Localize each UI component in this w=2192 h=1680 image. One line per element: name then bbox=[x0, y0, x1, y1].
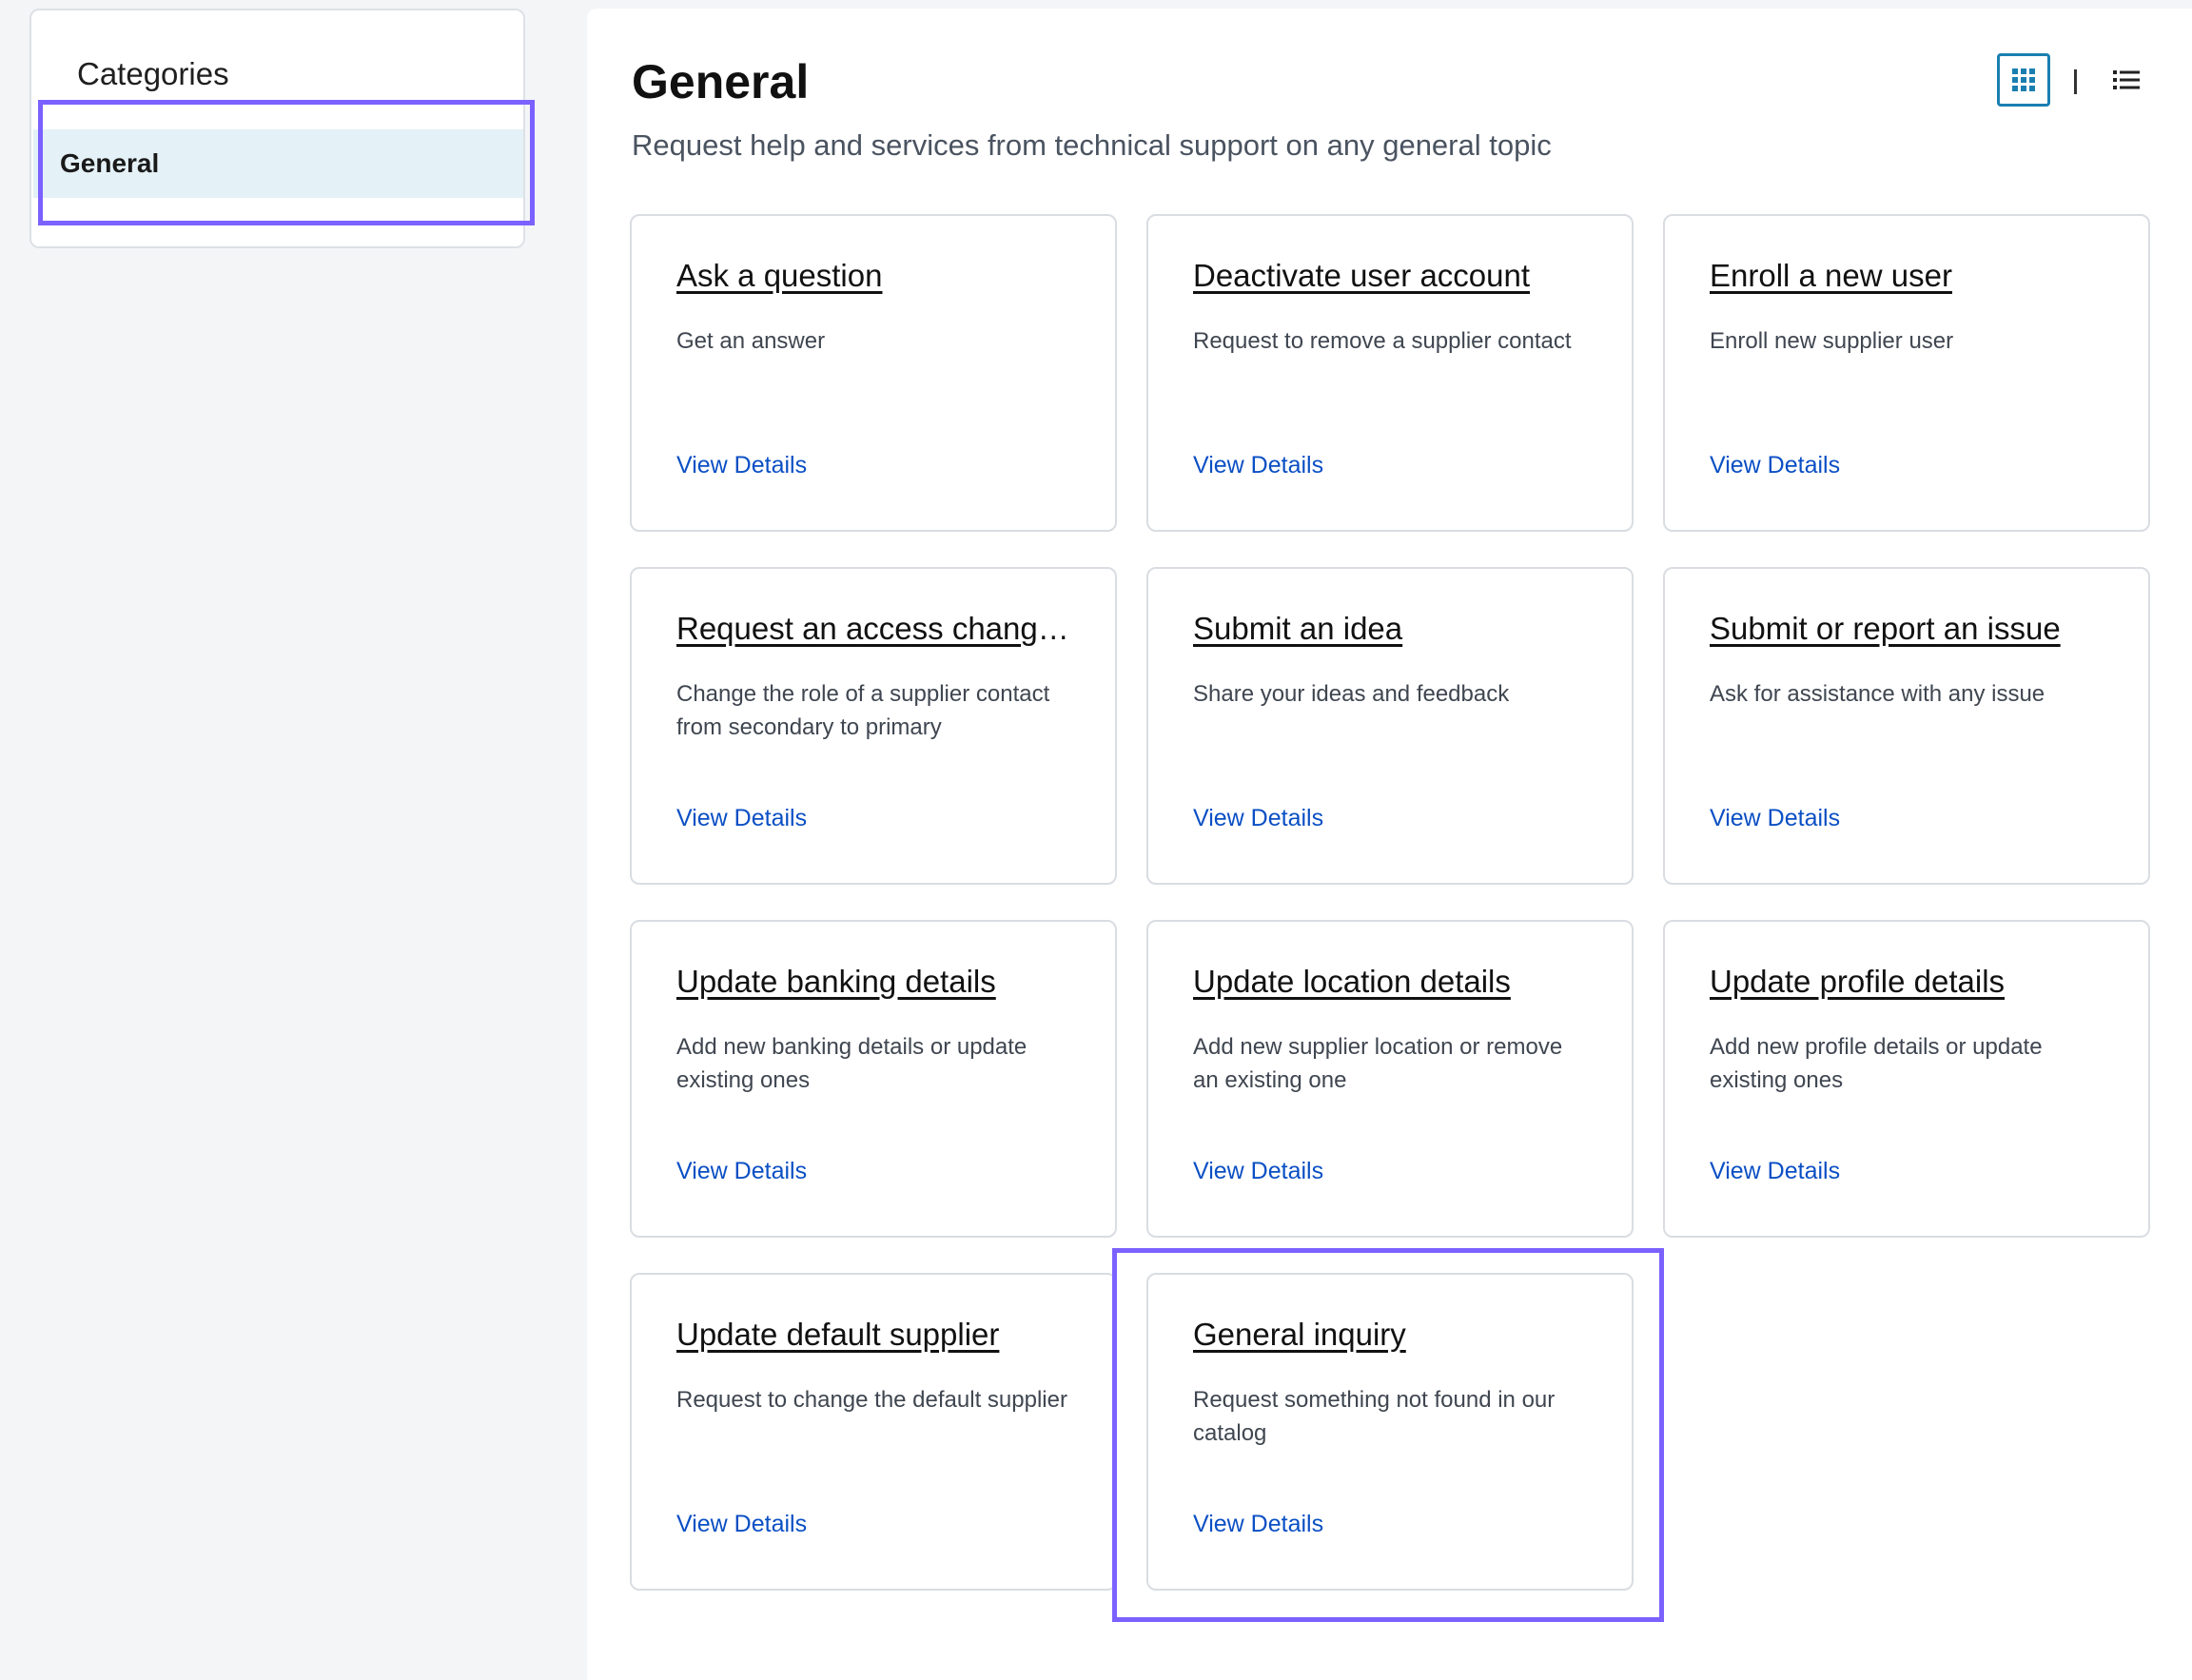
card-title[interactable]: General inquiry bbox=[1193, 1317, 1594, 1353]
view-details-link[interactable]: View Details bbox=[676, 805, 807, 832]
view-details-link[interactable]: View Details bbox=[1193, 1511, 1323, 1538]
card-general-inquiry[interactable]: General inquiry Request something not fo… bbox=[1146, 1273, 1634, 1591]
list-icon bbox=[2113, 70, 2140, 89]
main-content: General Request help and services from t… bbox=[587, 9, 2192, 1680]
view-details-link[interactable]: View Details bbox=[1710, 452, 1840, 479]
card-description: Enroll new supplier user bbox=[1710, 328, 1954, 354]
card-title[interactable]: Enroll a new user bbox=[1710, 258, 2110, 294]
view-details-link[interactable]: View Details bbox=[1193, 805, 1323, 832]
card-enroll-a-new-user[interactable]: Enroll a new user Enroll new supplier us… bbox=[1663, 214, 2150, 532]
view-details-link[interactable]: View Details bbox=[1193, 1158, 1323, 1185]
view-toggle-divider bbox=[2074, 69, 2077, 94]
card-deactivate-user-account[interactable]: Deactivate user account Request to remov… bbox=[1146, 214, 1634, 532]
view-details-link[interactable]: View Details bbox=[1710, 805, 1840, 832]
card-description: Request to change the default supplier bbox=[676, 1387, 1067, 1413]
grid-view-button[interactable] bbox=[1997, 53, 2050, 107]
service-card-grid: Ask a question Get an answer View Detail… bbox=[630, 214, 2152, 1591]
card-title[interactable]: Deactivate user account bbox=[1193, 258, 1594, 294]
card-request-access-change[interactable]: Request an access change r... Change the… bbox=[630, 567, 1117, 885]
view-details-link[interactable]: View Details bbox=[676, 452, 807, 479]
card-submit-an-idea[interactable]: Submit an idea Share your ideas and feed… bbox=[1146, 567, 1634, 885]
card-description: Request to remove a supplier contact bbox=[1193, 328, 1572, 354]
sidebar-item-general[interactable]: General bbox=[33, 129, 523, 198]
card-title[interactable]: Update banking details bbox=[676, 964, 1077, 1000]
card-title[interactable]: Update profile details bbox=[1710, 964, 2110, 1000]
card-title[interactable]: Update default supplier bbox=[676, 1317, 1077, 1353]
card-description: Add new supplier location or remove an e… bbox=[1193, 1034, 1563, 1093]
view-details-link[interactable]: View Details bbox=[676, 1158, 807, 1185]
card-title[interactable]: Update location details bbox=[1193, 964, 1594, 1000]
card-update-profile-details[interactable]: Update profile details Add new profile d… bbox=[1663, 920, 2150, 1238]
card-description: Get an answer bbox=[676, 328, 826, 354]
card-title[interactable]: Submit an idea bbox=[1193, 611, 1594, 647]
categories-panel: Categories General bbox=[29, 9, 525, 248]
page-subtitle: Request help and services from technical… bbox=[632, 128, 1552, 162]
card-update-banking-details[interactable]: Update banking details Add new banking d… bbox=[630, 920, 1117, 1238]
view-details-link[interactable]: View Details bbox=[1710, 1158, 1840, 1185]
card-update-default-supplier[interactable]: Update default supplier Request to chang… bbox=[630, 1273, 1117, 1591]
view-details-link[interactable]: View Details bbox=[1193, 452, 1323, 479]
card-description: Add new profile details or update existi… bbox=[1710, 1034, 2043, 1093]
page-title: General bbox=[632, 55, 810, 108]
card-description: Ask for assistance with any issue bbox=[1710, 681, 2045, 707]
card-update-location-details[interactable]: Update location details Add new supplier… bbox=[1146, 920, 1634, 1238]
grid-icon bbox=[2012, 68, 2035, 91]
card-description: Share your ideas and feedback bbox=[1193, 681, 1510, 707]
view-details-link[interactable]: View Details bbox=[676, 1511, 807, 1538]
list-view-button[interactable] bbox=[2100, 53, 2153, 107]
card-description: Request something not found in our catal… bbox=[1193, 1387, 1556, 1446]
card-title[interactable]: Ask a question bbox=[676, 258, 1077, 294]
card-submit-or-report-issue[interactable]: Submit or report an issue Ask for assist… bbox=[1663, 567, 2150, 885]
card-ask-a-question[interactable]: Ask a question Get an answer View Detail… bbox=[630, 214, 1117, 532]
card-description: Change the role of a supplier contact fr… bbox=[676, 681, 1050, 740]
categories-title: Categories bbox=[77, 56, 229, 91]
card-title[interactable]: Request an access change r... bbox=[676, 611, 1077, 647]
card-title[interactable]: Submit or report an issue bbox=[1710, 611, 2110, 647]
card-description: Add new banking details or update existi… bbox=[676, 1034, 1028, 1093]
